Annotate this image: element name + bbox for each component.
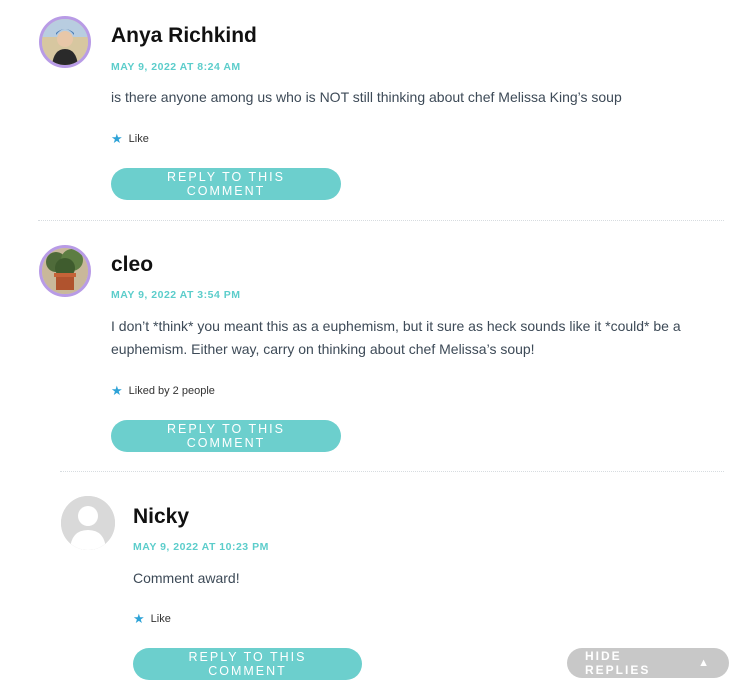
hide-replies-button[interactable]: HIDE REPLIES ▲ xyxy=(567,648,729,678)
comment-text: is there anyone among us who is NOT stil… xyxy=(111,89,622,105)
hide-replies-label: HIDE REPLIES xyxy=(585,649,651,677)
like-label: Like xyxy=(150,613,171,625)
comment-text: Comment award! xyxy=(133,570,240,586)
like-label: Liked by 2 people xyxy=(128,385,215,397)
comment-author[interactable]: cleo xyxy=(111,253,153,277)
star-icon: ★ xyxy=(111,383,123,398)
avatar[interactable] xyxy=(39,16,91,68)
comment-author[interactable]: Nicky xyxy=(133,505,189,529)
reply-button[interactable]: REPLY TO THIS COMMENT xyxy=(111,420,341,452)
comment-date[interactable]: MAY 9, 2022 AT 8:24 AM xyxy=(111,61,241,73)
comment-text: I don’t *think* you meant this as a euph… xyxy=(111,318,681,357)
default-avatar-icon xyxy=(61,496,115,550)
star-icon: ★ xyxy=(133,611,145,626)
like-button[interactable]: ★ Liked by 2 people xyxy=(111,383,215,399)
comment-date[interactable]: MAY 9, 2022 AT 10:23 PM xyxy=(133,541,269,553)
like-button[interactable]: ★ Like xyxy=(111,131,149,147)
star-icon: ★ xyxy=(111,131,123,146)
triangle-up-icon: ▲ xyxy=(698,657,711,669)
comment-date[interactable]: MAY 9, 2022 AT 3:54 PM xyxy=(111,289,240,301)
avatar[interactable] xyxy=(61,496,115,550)
avatar[interactable] xyxy=(39,245,91,297)
reply-button[interactable]: REPLY TO THIS COMMENT xyxy=(111,168,341,200)
like-label: Like xyxy=(128,133,149,145)
like-button[interactable]: ★ Like xyxy=(133,611,171,627)
comment-divider xyxy=(38,220,724,221)
reply-button[interactable]: REPLY TO THIS COMMENT xyxy=(133,648,362,680)
comment-divider xyxy=(60,471,724,472)
comment-author[interactable]: Anya Richkind xyxy=(111,24,257,48)
